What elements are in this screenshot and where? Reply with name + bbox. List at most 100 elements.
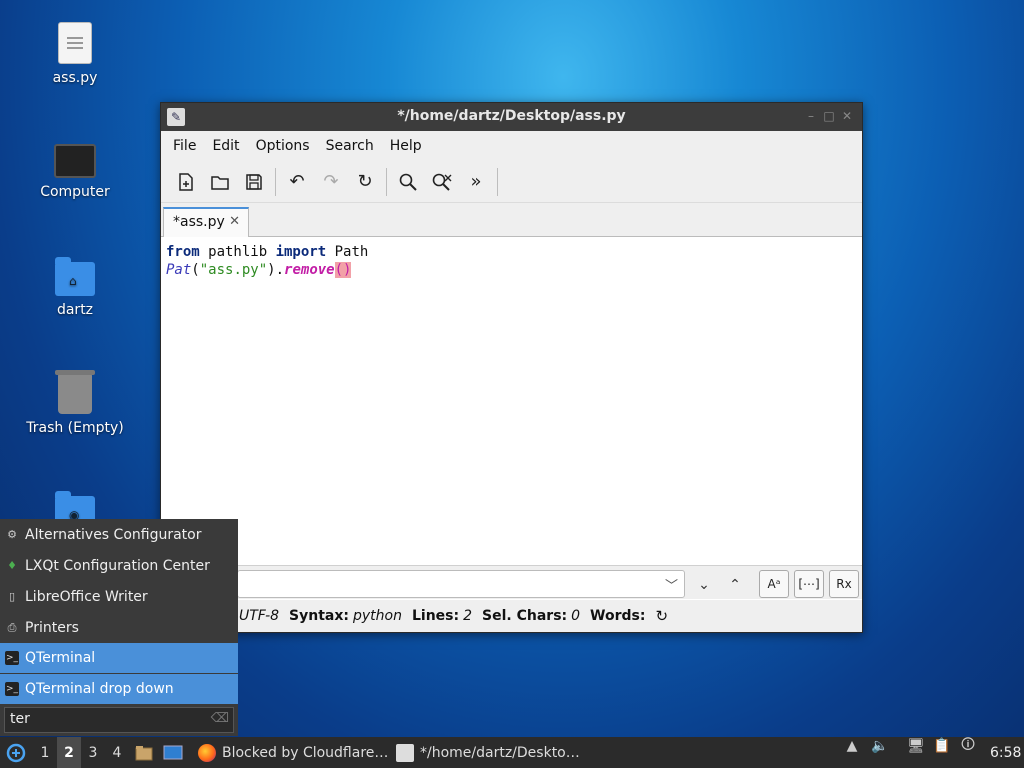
code-method: remove xyxy=(284,262,335,278)
desktop-icon-computer[interactable]: Computer xyxy=(20,140,130,200)
find-previous-icon[interactable]: ⌃ xyxy=(722,572,748,598)
taskbar-task-firefox[interactable]: Blocked by Cloudflare… xyxy=(194,737,388,768)
start-menu: ⚙ Alternatives Configurator ♦ LXQt Confi… xyxy=(0,519,238,736)
code-class: Pat xyxy=(166,262,192,278)
open-folder-icon[interactable] xyxy=(203,167,237,197)
menu-item-label: QTerminal drop down xyxy=(25,681,174,697)
menu-item-label: LibreOffice Writer xyxy=(25,588,148,605)
menu-item-libreoffice-writer[interactable]: ▯ LibreOffice Writer xyxy=(0,581,238,612)
undo-icon[interactable]: ↶ xyxy=(280,167,314,197)
file-icon xyxy=(58,22,92,64)
code-keyword: from xyxy=(166,244,200,260)
clipboard-icon[interactable]: 📋 xyxy=(933,737,951,755)
tab-ass-py[interactable]: *ass.py ✕ xyxy=(163,207,249,237)
code-text: ). xyxy=(267,262,285,278)
whole-word-icon[interactable]: [⋯] xyxy=(794,570,824,598)
lxqt-logo-icon xyxy=(6,743,26,762)
desktop-icon-label: dartz xyxy=(56,302,94,318)
menu-help[interactable]: Help xyxy=(382,138,430,154)
network-icon[interactable]: 🖥 xyxy=(907,737,925,755)
menu-search-input[interactable]: ter ⌫ xyxy=(4,707,234,733)
menu-item-label: Printers xyxy=(25,619,79,636)
workspace-2[interactable]: 2 xyxy=(57,737,81,768)
desktop-icon-home[interactable]: ⌂ dartz xyxy=(20,256,130,318)
printer-icon: ⎙ xyxy=(7,620,17,634)
tab-bar: *ass.py ✕ xyxy=(161,203,862,237)
workspace-1[interactable]: 1 xyxy=(33,737,57,768)
regex-icon[interactable]: Rx xyxy=(829,570,859,598)
chevron-down-icon[interactable]: ﹀ xyxy=(665,575,678,594)
find-replace-icon[interactable] xyxy=(425,167,459,197)
find-next-icon[interactable]: ⌄ xyxy=(691,572,717,598)
code-editor[interactable]: from pathlib import Path Pat("ass.py").r… xyxy=(166,243,368,279)
menu-item-label: QTerminal xyxy=(25,650,96,666)
show-desktop-icon[interactable] xyxy=(162,737,184,768)
volume-icon[interactable]: 🔈 xyxy=(871,737,889,755)
gear-icon: ⚙ xyxy=(7,528,17,541)
main-menu-button[interactable] xyxy=(4,737,28,768)
minimize-icon[interactable]: – xyxy=(804,109,818,123)
terminal-icon: >_ xyxy=(5,682,19,696)
save-icon[interactable] xyxy=(237,167,271,197)
toolbar: ↶ ↷ ↻ » xyxy=(161,161,862,203)
desktop-icon-label: ass.py xyxy=(52,70,98,86)
featherpad-icon xyxy=(396,743,414,762)
window-titlebar[interactable]: ✎ */home/dartz/Desktop/ass.py – □ ✕ xyxy=(161,103,862,131)
find-bar: ﹀ ⌄ ⌃ Aᵃ [⋯] Rx xyxy=(161,565,862,599)
toolbar-separator xyxy=(386,167,387,196)
desktop-icon-label: Computer xyxy=(40,184,110,200)
match-case-icon[interactable]: Aᵃ xyxy=(759,570,789,598)
reload-icon[interactable]: ↻ xyxy=(348,167,382,197)
tab-close-icon[interactable]: ✕ xyxy=(229,214,240,229)
status-encoding: UTF-8 xyxy=(239,608,280,624)
menu-search[interactable]: Search xyxy=(318,138,382,154)
redo-icon[interactable]: ↷ xyxy=(314,167,348,197)
taskbar-task-editor[interactable]: */home/dartz/Deskto… xyxy=(392,737,580,768)
tab-label: *ass.py xyxy=(173,214,225,230)
menu-options[interactable]: Options xyxy=(248,138,318,154)
menu-search-value: ter xyxy=(10,711,30,727)
computer-icon xyxy=(54,144,96,178)
desktop-icon-label: Trash (Empty) xyxy=(26,420,124,436)
status-lines-label: Lines: xyxy=(411,608,460,624)
code-text: pathlib xyxy=(199,244,276,260)
menu-item-qterminal-dropdown[interactable]: >_ QTerminal drop down xyxy=(0,674,238,705)
new-file-icon[interactable] xyxy=(169,167,203,197)
taskbar: 1 2 3 4 Blocked by Cloudflare… */home/da… xyxy=(0,737,1024,768)
menu-file[interactable]: File xyxy=(165,138,204,154)
status-selchars: 0 xyxy=(571,608,581,624)
clock[interactable]: 6:58 xyxy=(990,737,1021,768)
desktop-icon-trash[interactable]: Trash (Empty) xyxy=(20,370,130,436)
update-notifier-icon[interactable]: 🛈 xyxy=(959,737,977,755)
code-text: ( xyxy=(191,262,200,278)
refresh-icon[interactable]: ↻ xyxy=(655,607,668,625)
code-keyword: import xyxy=(275,244,327,260)
desktop-icon-ass-py[interactable]: ass.py xyxy=(20,22,130,86)
status-lines: 2 xyxy=(463,608,473,624)
menubar: File Edit Options Search Help xyxy=(161,131,862,161)
close-icon[interactable]: ✕ xyxy=(840,109,854,123)
menu-edit[interactable]: Edit xyxy=(204,138,247,154)
status-bar: UTF-8 Syntax: python Lines: 2 Sel. Chars… xyxy=(161,600,862,632)
menu-item-label: Alternatives Configurator xyxy=(25,526,202,543)
lxqt-config-icon: ♦ xyxy=(7,559,17,572)
clear-icon[interactable]: ⌫ xyxy=(211,711,229,726)
menu-item-qterminal[interactable]: >_ QTerminal xyxy=(0,643,238,674)
menu-item-lxqt-config[interactable]: ♦ LXQt Configuration Center xyxy=(0,550,238,581)
search-input[interactable]: ﹀ xyxy=(237,570,685,598)
menu-item-label: LXQt Configuration Center xyxy=(25,557,210,574)
document-icon: ▯ xyxy=(8,590,16,603)
task-label: Blocked by Cloudflare… xyxy=(222,744,389,761)
menu-item-alternatives[interactable]: ⚙ Alternatives Configurator xyxy=(0,519,238,550)
maximize-icon[interactable]: □ xyxy=(822,109,836,123)
toolbar-separator xyxy=(275,167,276,196)
window-title: */home/dartz/Desktop/ass.py xyxy=(397,108,626,124)
menu-item-printers[interactable]: ⎙ Printers xyxy=(0,612,238,643)
notification-icon[interactable]: ▲ xyxy=(843,737,861,755)
workspace-4[interactable]: 4 xyxy=(105,737,129,768)
more-icon[interactable]: » xyxy=(459,167,493,197)
home-folder-icon: ⌂ xyxy=(55,257,95,296)
file-manager-icon[interactable] xyxy=(134,737,154,768)
find-icon[interactable] xyxy=(391,167,425,197)
workspace-3[interactable]: 3 xyxy=(81,737,105,768)
